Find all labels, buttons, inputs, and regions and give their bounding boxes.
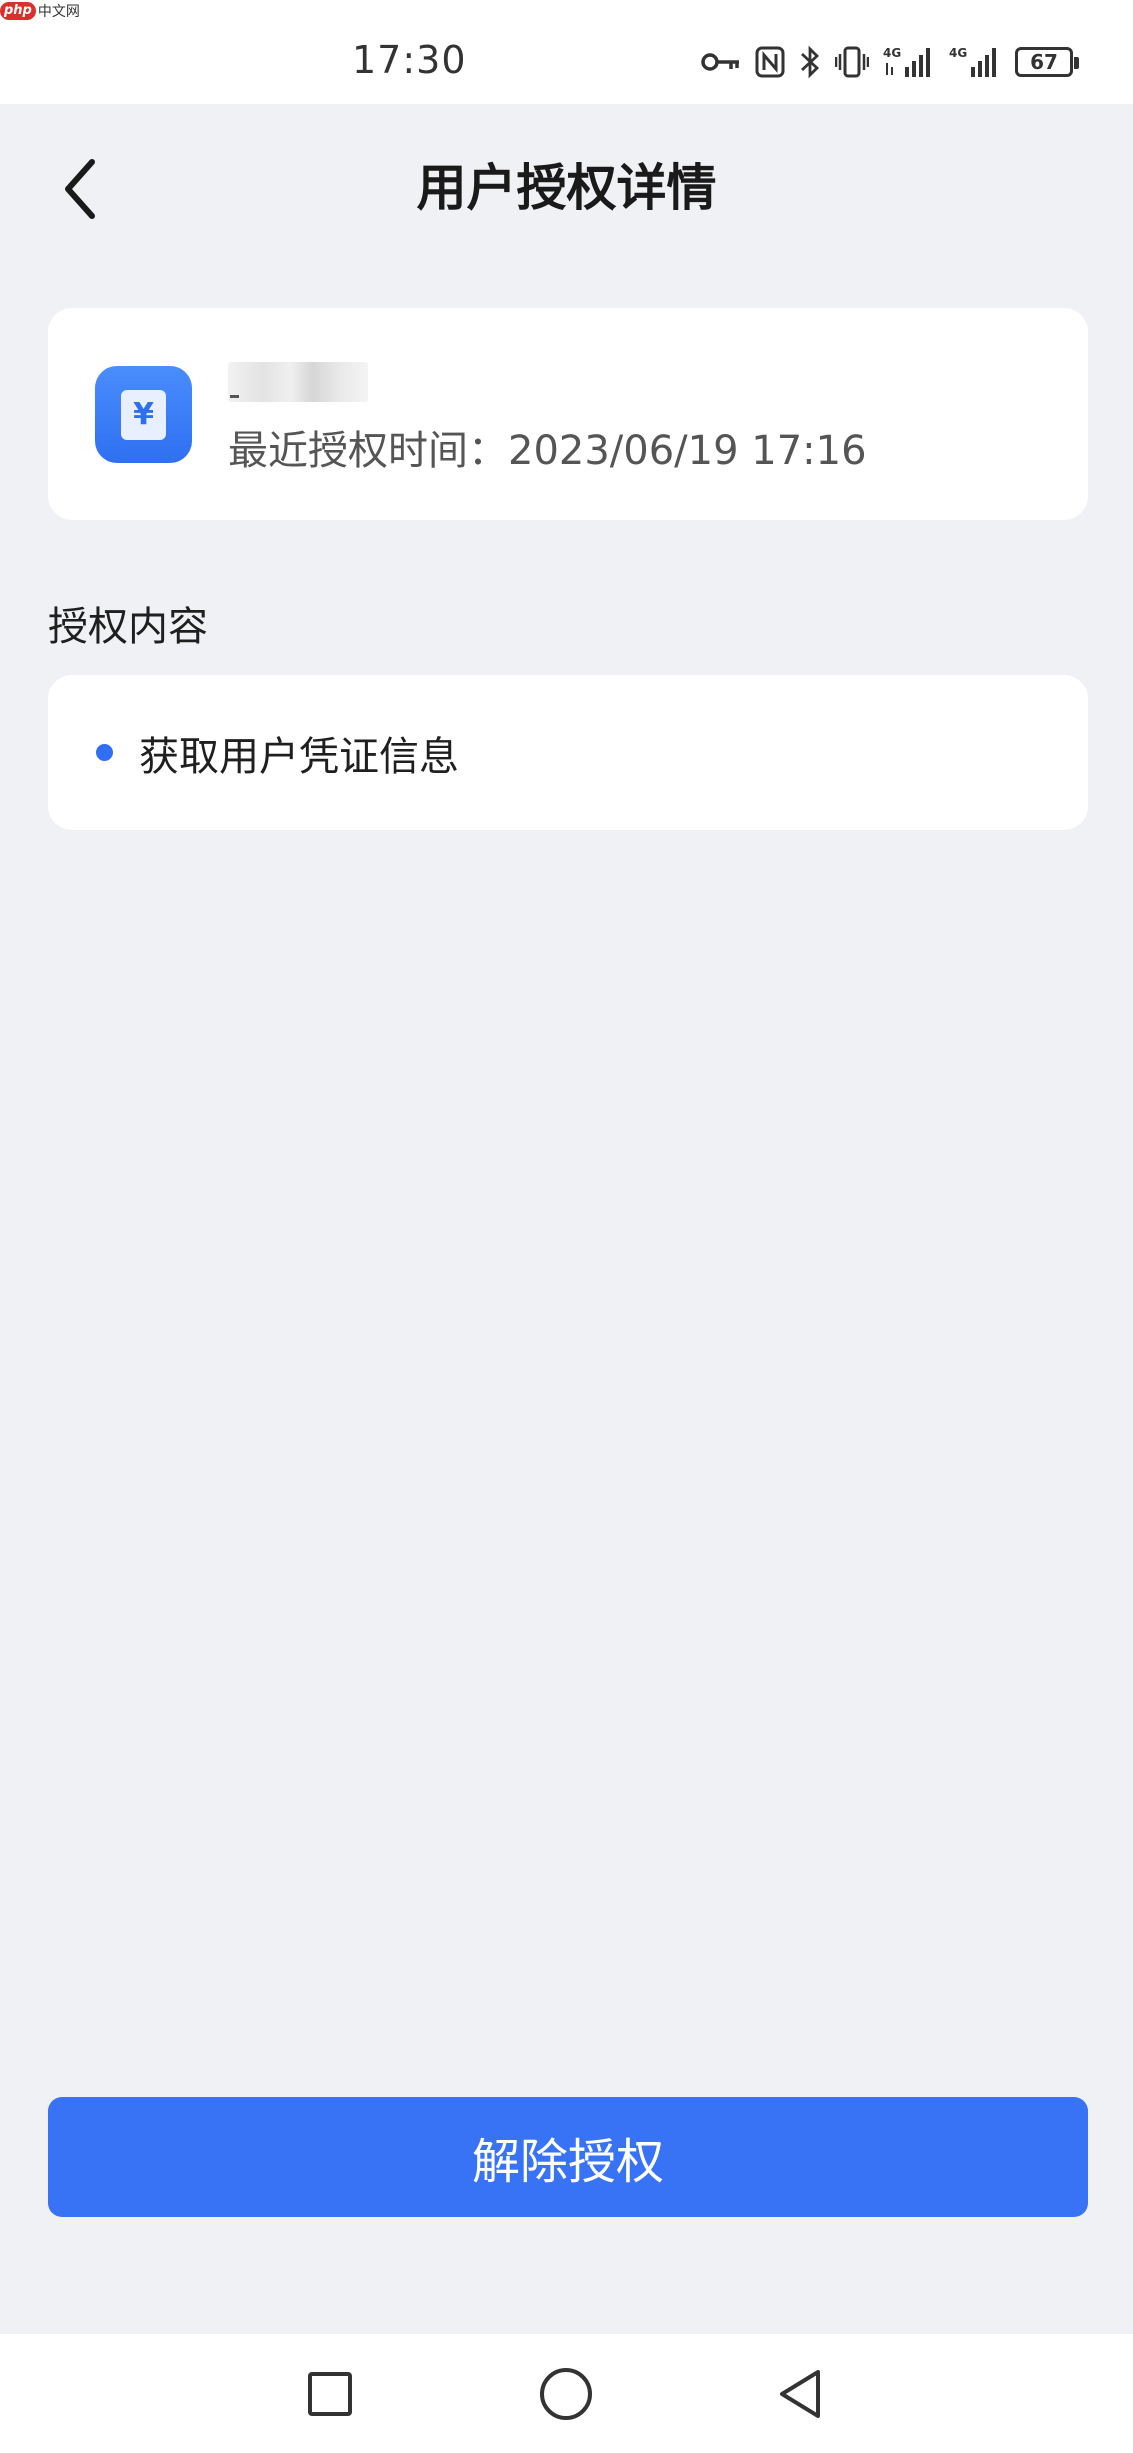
status-icons: 4G 4G 67 <box>701 42 1079 82</box>
recents-square-icon[interactable] <box>298 2362 362 2426</box>
page-title: 用户授权详情 <box>416 159 717 217</box>
app-name-redacted <box>228 362 368 402</box>
bluetooth-icon <box>799 45 821 79</box>
system-nav-bar <box>0 2334 1133 2453</box>
battery-icon: 67 <box>1015 47 1079 77</box>
nfc-icon <box>755 46 785 78</box>
back-triangle-icon[interactable] <box>770 2362 834 2426</box>
yen-document-icon: ¥ <box>95 366 192 463</box>
home-circle-icon[interactable] <box>534 2362 598 2426</box>
watermark: php 中文网 <box>0 0 80 22</box>
bullet-icon <box>96 744 113 761</box>
key-icon <box>701 50 741 74</box>
auth-content-card: 获取用户凭证信息 <box>48 675 1088 830</box>
watermark-text: 中文网 <box>37 4 80 20</box>
status-time: 17:30 <box>352 38 467 82</box>
app-info-card: ¥ 最近授权时间：2023/06/19 17:16 <box>48 308 1088 520</box>
signal-4g-icon: 4G <box>883 45 935 79</box>
vibrate-icon <box>835 45 869 79</box>
status-bar: php 中文网 17:30 4G 4G 67 <box>0 0 1133 104</box>
svg-text:4G: 4G <box>949 46 967 60</box>
last-auth-time: 最近授权时间：2023/06/19 17:16 <box>228 428 867 474</box>
list-item: 获取用户凭证信息 <box>96 675 459 830</box>
signal-4g-icon: 4G <box>949 45 1001 79</box>
list-item-label: 获取用户凭证信息 <box>139 733 459 780</box>
watermark-logo: php <box>0 2 36 20</box>
section-title: 授权内容 <box>48 604 208 650</box>
revoke-authorization-button[interactable]: 解除授权 <box>48 2097 1088 2217</box>
svg-text:4G: 4G <box>883 46 901 60</box>
nav-header: 用户授权详情 <box>0 104 1133 254</box>
